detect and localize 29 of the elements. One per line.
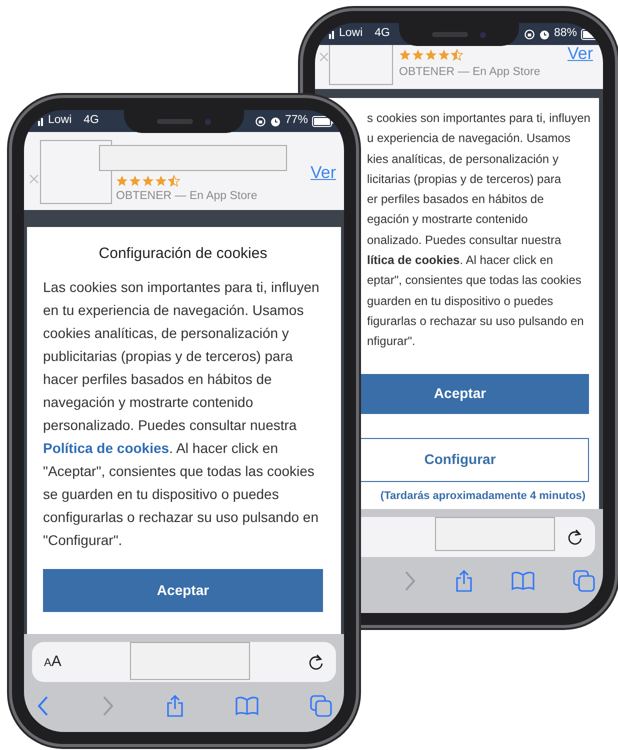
network-label: 4G: [374, 26, 390, 42]
dialog-text-line: egación y mostrarte contenido: [366, 211, 529, 228]
accept-button[interactable]: Aceptar: [43, 568, 323, 612]
battery-percent: 88%: [554, 26, 577, 42]
text-size-button[interactable]: AA: [44, 650, 62, 674]
dialog-text-line: s cookies son importantes para ti, influyen: [366, 110, 592, 127]
battery-percent: 77%: [284, 113, 308, 128]
dialog-text-line: kies analíticas, de personalización y: [366, 150, 560, 168]
dialog-text: Las cookies son importantes para ti, influyen en tu experiencia de navegación. Usamos cookies analíticas, de personalización y publicitarias (propias y de terceros) para hacer perfiles basados en hábitos de navegación y mostrarte contenido personalizado. Puedes consultar nuestra Política de cookies. Al hacer click en "Aceptar", consientes que todas las cookies se guarden en tu dispositivo o puedes configurarlas o rechazar su uso pulsando en "Configurar".: [43, 278, 320, 550]
address-bar[interactable]: AA: [32, 642, 336, 682]
dialog-text-line: licitarias (propias y de terceros) para: [366, 170, 562, 188]
carrier-label: Lowi: [48, 113, 72, 128]
view-link[interactable]: Ver: [310, 160, 336, 186]
dialog-text-line: nfigurar".: [366, 333, 416, 350]
app-store-label: OBTENER — En App Store: [116, 189, 258, 204]
dialog-text-line: figurarlas o rechazar su uso pulsando en: [366, 312, 585, 330]
dialog-text-line: eptar", consientes que todas las cookies: [366, 272, 582, 290]
dialog-title: Configuración de cookies: [98, 244, 268, 264]
carrier-label: Lowi: [339, 26, 363, 42]
network-label: 4G: [84, 113, 99, 128]
time-note: (Tardarás aproximadamente 4 minutos): [379, 488, 587, 504]
dialog-text-line: er perfiles basados en hábitos de: [366, 191, 545, 208]
view-link[interactable]: Ver: [567, 45, 593, 62]
dialog-text-line: u experiencia de navegación. Usamos: [366, 130, 572, 148]
dialog-text-line: guarden en tu dispositivo o puedes: [366, 292, 554, 310]
app-store-label: OBTENER — En App Store: [399, 65, 540, 80]
dialog-text-line: lítica de cookies. Al hacer click en: [366, 252, 554, 270]
cookie-policy-link[interactable]: Política de cookies: [43, 440, 170, 456]
dialog-text-line: onalizado. Puedes consultar nuestra: [366, 232, 562, 249]
